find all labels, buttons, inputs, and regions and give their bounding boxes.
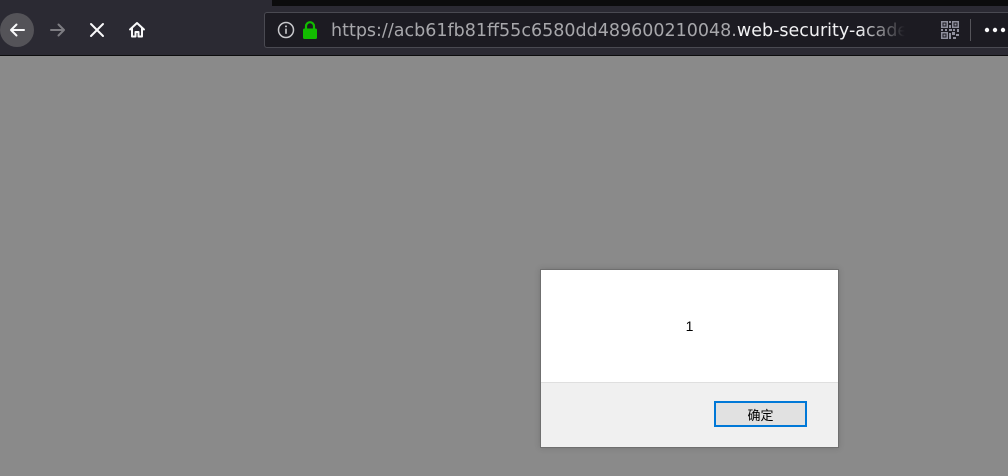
- url-subdomain: acb61fb81ff55c6580dd489600210048.: [393, 21, 737, 41]
- url-text[interactable]: https://acb61fb81ff55c6580dd489600210048…: [331, 20, 905, 42]
- forward-arrow-icon: [50, 23, 65, 37]
- alert-message: 1: [685, 318, 694, 334]
- url-host: web-security-academy: [736, 21, 905, 41]
- alert-footer: 确定: [541, 382, 838, 447]
- browser-toolbar: https://acb61fb81ff55c6580dd489600210048…: [0, 6, 1008, 56]
- alert-dialog: 1 确定: [540, 269, 839, 448]
- url-prefix: https://: [331, 21, 394, 41]
- home-icon: [129, 22, 145, 38]
- close-icon: [90, 23, 104, 37]
- info-icon[interactable]: [277, 21, 295, 39]
- address-bar[interactable]: https://acb61fb81ff55c6580dd489600210048…: [264, 12, 1008, 48]
- toolbar-separator: [970, 19, 971, 41]
- qr-code-icon[interactable]: [941, 21, 959, 39]
- more-icon[interactable]: [984, 22, 1006, 38]
- stop-button[interactable]: [80, 13, 114, 47]
- lock-icon[interactable]: [302, 20, 318, 40]
- back-button[interactable]: [0, 13, 34, 47]
- home-button[interactable]: [120, 13, 154, 47]
- forward-button[interactable]: [41, 13, 75, 47]
- back-arrow-icon: [10, 23, 25, 37]
- ok-button[interactable]: 确定: [714, 401, 807, 427]
